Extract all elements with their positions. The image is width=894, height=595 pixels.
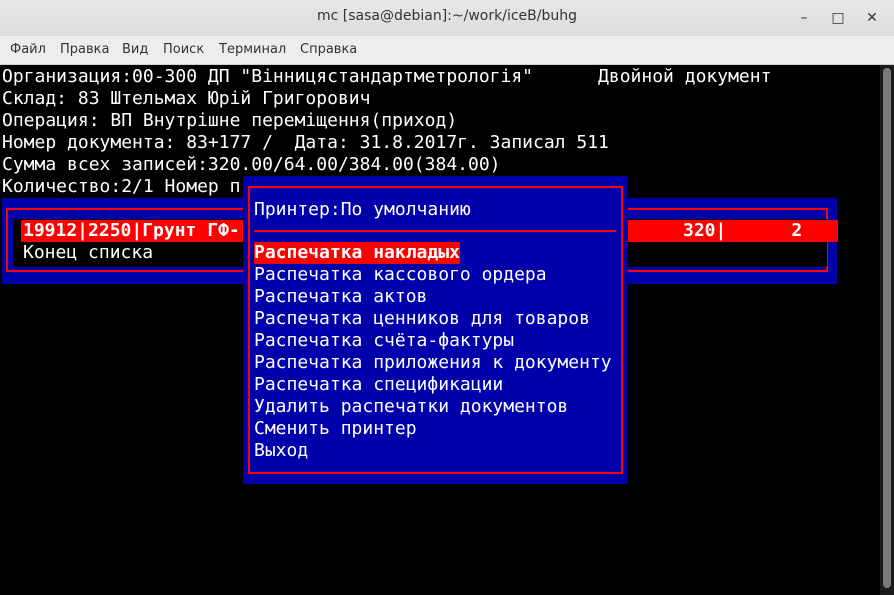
menu-view[interactable]: Вид [122,42,148,57]
dialog-separator [254,230,616,232]
menu-help[interactable]: Справка [300,42,357,57]
minimize-icon[interactable]: – [794,8,814,28]
org-line: Организация:00-300 ДП "Вінницястандартме… [2,66,772,87]
menubar: Файл Правка Вид Поиск Терминал Справка [0,36,894,65]
menu-item-print-acts[interactable]: Распечатка актов [254,286,427,308]
end-of-list: Конец списка [23,242,154,263]
window-title: mc [sasa@debian]:~/work/iceB/buhg [317,8,577,24]
scrollbar-thumb[interactable] [883,68,891,588]
close-icon[interactable]: ✕ [862,8,882,28]
menu-file[interactable]: Файл [10,42,46,57]
quantity-line: Количество:2/1 Номер п [2,176,241,197]
menu-item-print-attachment[interactable]: Распечатка приложения к документу [254,352,612,374]
menu-item-print-invoice[interactable]: Распечатка накладых [254,242,460,264]
menu-item-print-specification[interactable]: Распечатка спецификации [254,374,503,396]
doc-number-line: Номер документа: 83+177 / Дата: 31.8.201… [2,132,609,153]
record-row-left: 19912|2250|Грунт ГФ- [23,220,240,241]
menu-item-change-printer[interactable]: Сменить принтер [254,418,417,440]
menu-item-exit[interactable]: Выход [254,440,308,462]
menu-item-print-tax-invoice[interactable]: Распечатка счёта-фактуры [254,330,514,352]
menu-search[interactable]: Поиск [163,42,204,57]
operation-line: Операция: ВП Внутрішне переміщення(прихо… [2,110,458,131]
menu-terminal[interactable]: Терминал [219,42,286,57]
menu-item-delete-printouts[interactable]: Удалить распечатки документов [254,396,568,418]
menu-item-print-price-tags[interactable]: Распечатка ценников для товаров [254,308,590,330]
record-row-right: 320| 2 [683,220,803,241]
sum-line: Сумма всех записей:320.00/64.00/384.00(3… [2,154,501,175]
menu-edit[interactable]: Правка [60,42,109,57]
menu-item-print-cash-order[interactable]: Распечатка кассового ордера [254,264,547,286]
maximize-icon[interactable]: □ [828,8,848,28]
window-titlebar: mc [sasa@debian]:~/work/iceB/buhg – □ ✕ [0,0,894,37]
printer-label: Принтер:По умолчанию [254,199,471,220]
warehouse-line: Склад: 83 Штельмах Юрій Григорович [2,88,371,109]
